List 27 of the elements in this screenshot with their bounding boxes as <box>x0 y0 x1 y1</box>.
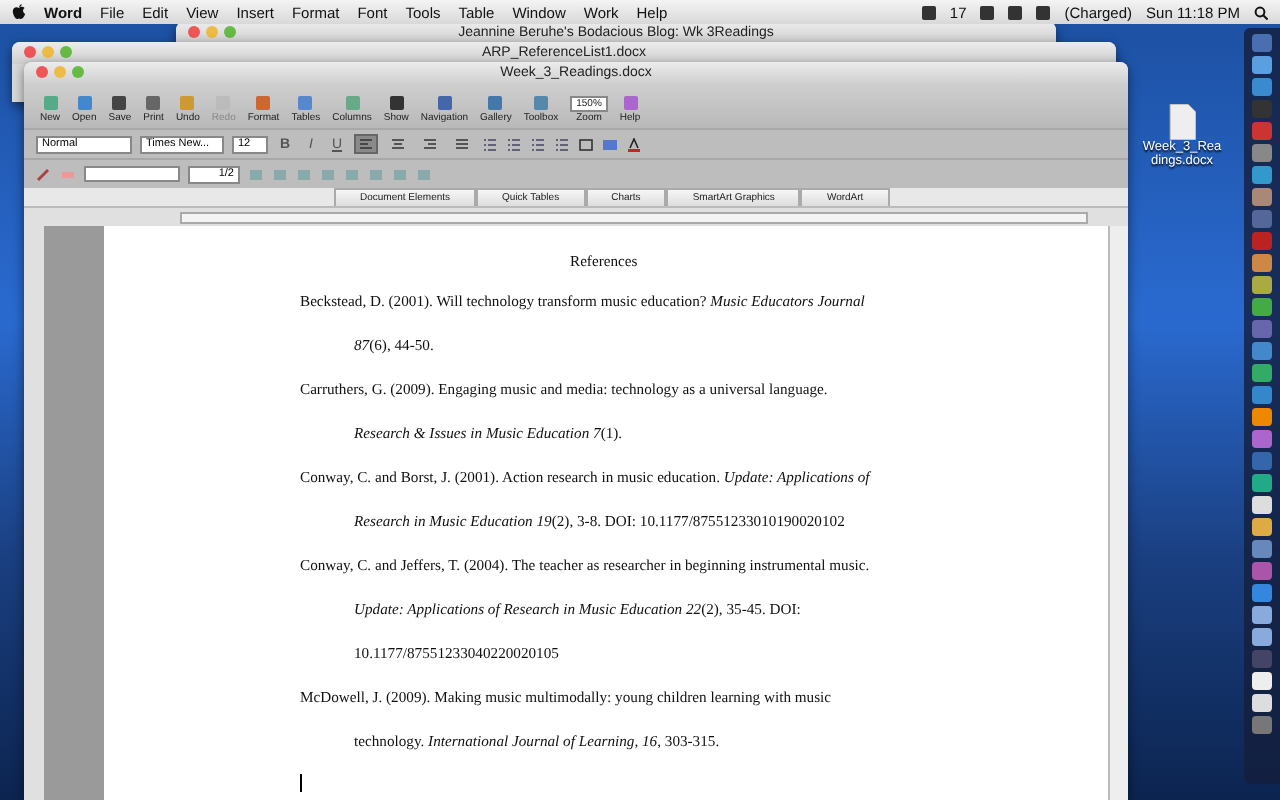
tool-icon <box>387 94 406 112</box>
apple-logo-icon[interactable] <box>12 4 26 20</box>
align-button[interactable] <box>418 134 442 154</box>
tool-icon <box>343 94 361 112</box>
tool-icon <box>296 94 315 112</box>
tool-icon <box>435 94 454 112</box>
font-color-icon[interactable] <box>626 137 642 151</box>
align-button[interactable] <box>354 134 378 154</box>
scroll-bar[interactable] <box>1108 226 1128 800</box>
pencil-icon[interactable] <box>36 167 52 181</box>
list-icon[interactable] <box>506 137 522 151</box>
tool-icon <box>531 94 550 112</box>
status-icon[interactable] <box>921 5 936 19</box>
list-icon[interactable] <box>554 137 570 151</box>
list-icon[interactable] <box>482 137 498 151</box>
search-icon[interactable] <box>1254 5 1268 19</box>
border-icon[interactable] <box>578 137 594 151</box>
document-file-icon[interactable] <box>1168 104 1196 140</box>
align-button[interactable] <box>450 134 474 154</box>
align-button[interactable] <box>386 134 410 154</box>
text-cursor <box>300 774 302 792</box>
list-icon[interactable] <box>530 137 546 151</box>
tool-icon <box>254 94 273 112</box>
tool-icon <box>486 94 505 112</box>
tool-icon <box>621 94 640 112</box>
line-style-field[interactable] <box>84 166 180 182</box>
highlight-icon[interactable] <box>602 137 618 151</box>
